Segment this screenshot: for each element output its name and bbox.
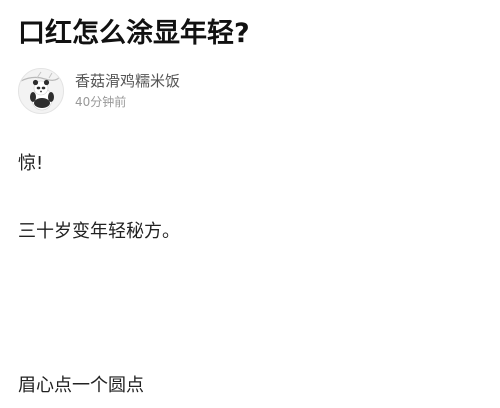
author-name[interactable]: 香菇滑鸡糯米饭 [75,71,180,91]
author-row[interactable]: 香菇滑鸡糯米饭 40分钟前 [18,68,180,114]
post-title: 口红怎么涂显年轻? [18,18,250,49]
avatar[interactable] [18,68,64,114]
paragraph: 三十岁变年轻秘方。 [18,221,180,242]
author-meta: 香菇滑鸡糯米饭 40分钟前 [75,71,180,111]
paragraph: 眉心点一个圆点 [18,375,144,396]
post-timestamp: 40分钟前 [75,95,127,109]
paragraph: 惊! [18,153,44,174]
panda-avatar-icon [19,69,63,113]
